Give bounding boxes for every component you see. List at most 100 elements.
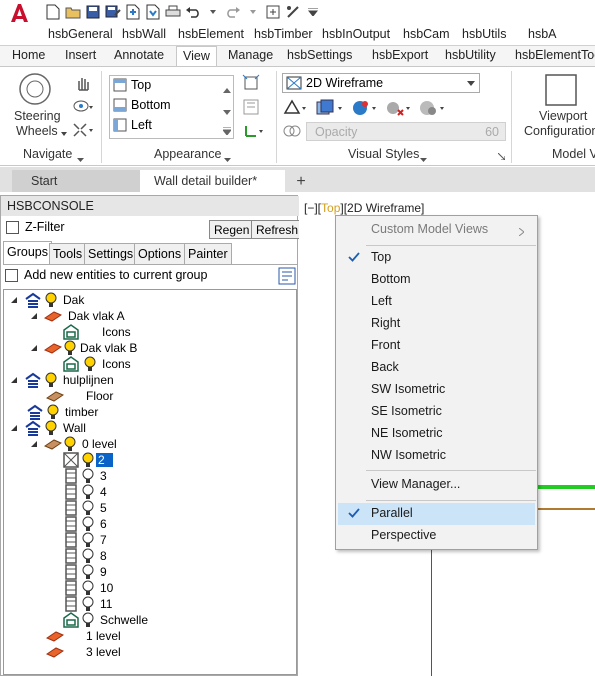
menu-hsbgeneral[interactable]: hsbGeneral bbox=[48, 27, 113, 41]
tree-row-6[interactable]: 6 bbox=[62, 516, 107, 532]
steering-dropdown-icon[interactable] bbox=[61, 125, 67, 139]
tab-view[interactable]: View bbox=[176, 46, 217, 66]
tree-row-icons[interactable]: Icons bbox=[62, 324, 131, 340]
menu-hsbelement[interactable]: hsbElement bbox=[178, 27, 244, 41]
redo-icon[interactable] bbox=[224, 4, 241, 21]
material-textures-icon[interactable] bbox=[315, 99, 345, 117]
menu-hsba[interactable]: hsbA bbox=[528, 27, 557, 41]
viewport-label-close[interactable]: ][2D Wireframe] bbox=[340, 201, 424, 215]
menu-item-custom-model-views[interactable]: Custom Model Views bbox=[338, 219, 535, 241]
visual-styles-dialog-icon[interactable] bbox=[497, 149, 506, 163]
view-top-item[interactable]: Top bbox=[113, 78, 151, 92]
menu-item-left[interactable]: Left bbox=[338, 291, 535, 313]
steering-wheels-label-2[interactable]: Wheels bbox=[16, 124, 58, 138]
menu-item-front[interactable]: Front bbox=[338, 335, 535, 357]
tree-row-dak[interactable]: Dak bbox=[10, 292, 84, 308]
tree-row-3-level[interactable]: 3 level bbox=[46, 644, 121, 660]
tree-row-0-level[interactable]: 0 level bbox=[30, 436, 117, 452]
tab-hsbsettings[interactable]: hsbSettings bbox=[287, 48, 352, 62]
tab-hsbutility[interactable]: hsbUtility bbox=[445, 48, 496, 62]
menu-item-perspective[interactable]: Perspective bbox=[338, 525, 535, 547]
undo-dropdown-icon[interactable] bbox=[204, 4, 221, 21]
plot-icon[interactable] bbox=[164, 4, 181, 21]
menu-item-top[interactable]: Top bbox=[338, 247, 535, 269]
tab-hsbexport[interactable]: hsbExport bbox=[372, 48, 428, 62]
menu-item-parallel[interactable]: Parallel bbox=[338, 503, 535, 525]
tree-row-5[interactable]: 5 bbox=[62, 500, 107, 516]
ucs-icon[interactable] bbox=[242, 122, 266, 143]
appearance-expand-icon[interactable] bbox=[224, 151, 231, 165]
views-expand-icon[interactable] bbox=[221, 124, 233, 138]
viewport-configuration-label-2[interactable]: Configuration bbox=[524, 124, 595, 138]
view-left-item[interactable]: Left bbox=[113, 118, 152, 132]
tab-insert[interactable]: Insert bbox=[65, 48, 96, 62]
application-menu-icon[interactable] bbox=[8, 2, 30, 24]
tree-row-1-level[interactable]: 1 level bbox=[46, 628, 121, 644]
zoom-extents-icon[interactable] bbox=[72, 122, 94, 141]
refresh-button[interactable]: Refresh bbox=[251, 220, 304, 239]
menu-hsbinoutput[interactable]: hsbInOutput bbox=[322, 27, 390, 41]
tab-annotate[interactable]: Annotate bbox=[114, 48, 164, 62]
tree-row-3[interactable]: 3 bbox=[62, 468, 107, 484]
menu-hsbcam[interactable]: hsbCam bbox=[403, 27, 450, 41]
views-scroll-down-icon[interactable] bbox=[223, 104, 231, 118]
steering-wheels-label[interactable]: Steering bbox=[14, 109, 61, 123]
menu-item-back[interactable]: Back bbox=[338, 357, 535, 379]
edge-effects-icon[interactable] bbox=[283, 99, 309, 117]
tree-row-9[interactable]: 9 bbox=[62, 564, 107, 580]
add-entities-checkbox[interactable] bbox=[5, 268, 18, 282]
tab-options[interactable]: Options bbox=[134, 243, 186, 264]
tree-row-dak-vlak-b[interactable]: Dak vlak B bbox=[30, 340, 137, 356]
lighting-icon[interactable] bbox=[385, 99, 413, 117]
share-icon[interactable] bbox=[264, 4, 281, 21]
pan-icon[interactable] bbox=[74, 74, 92, 95]
save-web-icon[interactable] bbox=[144, 4, 161, 21]
workspace-icon[interactable] bbox=[284, 4, 301, 21]
tree-row-dak-vlak-a[interactable]: Dak vlak A bbox=[30, 308, 125, 324]
visual-styles-panel-title[interactable]: Visual Styles bbox=[348, 147, 419, 161]
steering-wheels-icon[interactable] bbox=[18, 72, 52, 106]
xray-icon[interactable] bbox=[419, 99, 447, 117]
tree-row-hulplijnen[interactable]: hulplijnen bbox=[10, 372, 114, 388]
new-tab-icon[interactable]: + bbox=[290, 173, 312, 191]
shadows-icon[interactable] bbox=[351, 99, 379, 117]
tab-home[interactable]: Home bbox=[12, 48, 45, 62]
menu-item-ne-isometric[interactable]: NE Isometric bbox=[338, 423, 535, 445]
tree-row-icons-b[interactable]: Icons bbox=[62, 356, 131, 372]
open-web-icon[interactable] bbox=[124, 4, 141, 21]
tree-row-4[interactable]: 4 bbox=[62, 484, 107, 500]
menu-item-sw-isometric[interactable]: SW Isometric bbox=[338, 379, 535, 401]
viewport-controls[interactable]: [−][Top][2D Wireframe] bbox=[304, 201, 424, 215]
menu-item-right[interactable]: Right bbox=[338, 313, 535, 335]
regen-button[interactable]: Regen bbox=[209, 220, 255, 239]
save-as-icon[interactable] bbox=[104, 4, 121, 21]
customize-qat-icon[interactable] bbox=[304, 4, 321, 21]
tab-start[interactable]: Start bbox=[12, 170, 143, 192]
tab-manage[interactable]: Manage bbox=[228, 48, 273, 62]
tab-tools[interactable]: Tools bbox=[49, 243, 87, 264]
menu-hsbutils[interactable]: hsbUtils bbox=[462, 27, 506, 41]
undo-icon[interactable] bbox=[184, 4, 201, 21]
view-cube-icon[interactable] bbox=[242, 74, 260, 95]
menu-item-nw-isometric[interactable]: NW Isometric bbox=[338, 445, 535, 467]
group-settings-icon[interactable] bbox=[278, 267, 296, 288]
menu-hsbwall[interactable]: hsbWall bbox=[122, 27, 166, 41]
viewport-configuration-icon[interactable] bbox=[544, 73, 578, 110]
tab-painter[interactable]: Painter bbox=[184, 243, 232, 264]
add-entities-option[interactable]: Add new entities to current group bbox=[5, 268, 207, 282]
navigate-panel-title[interactable]: Navigate bbox=[23, 147, 72, 161]
viewport-configuration-label[interactable]: Viewport bbox=[539, 109, 587, 123]
tab-wall-detail-builder[interactable]: Wall detail builder* bbox=[140, 170, 285, 192]
tree-row-floor[interactable]: Floor bbox=[46, 388, 113, 404]
tab-settings[interactable]: Settings bbox=[84, 243, 138, 264]
zfilter-option[interactable]: Z-Filter bbox=[6, 220, 65, 234]
viewport-label-open[interactable]: [−][ bbox=[304, 201, 321, 215]
navbar-icon[interactable] bbox=[242, 98, 260, 119]
open-icon[interactable] bbox=[64, 4, 81, 21]
new-icon[interactable] bbox=[44, 4, 61, 21]
views-scroll-up-icon[interactable] bbox=[223, 82, 231, 96]
viewport-view-label[interactable]: Top bbox=[321, 201, 340, 215]
tree-row-8[interactable]: 8 bbox=[62, 548, 107, 564]
menu-item-se-isometric[interactable]: SE Isometric bbox=[338, 401, 535, 423]
menu-hsbtimber[interactable]: hsbTimber bbox=[254, 27, 313, 41]
